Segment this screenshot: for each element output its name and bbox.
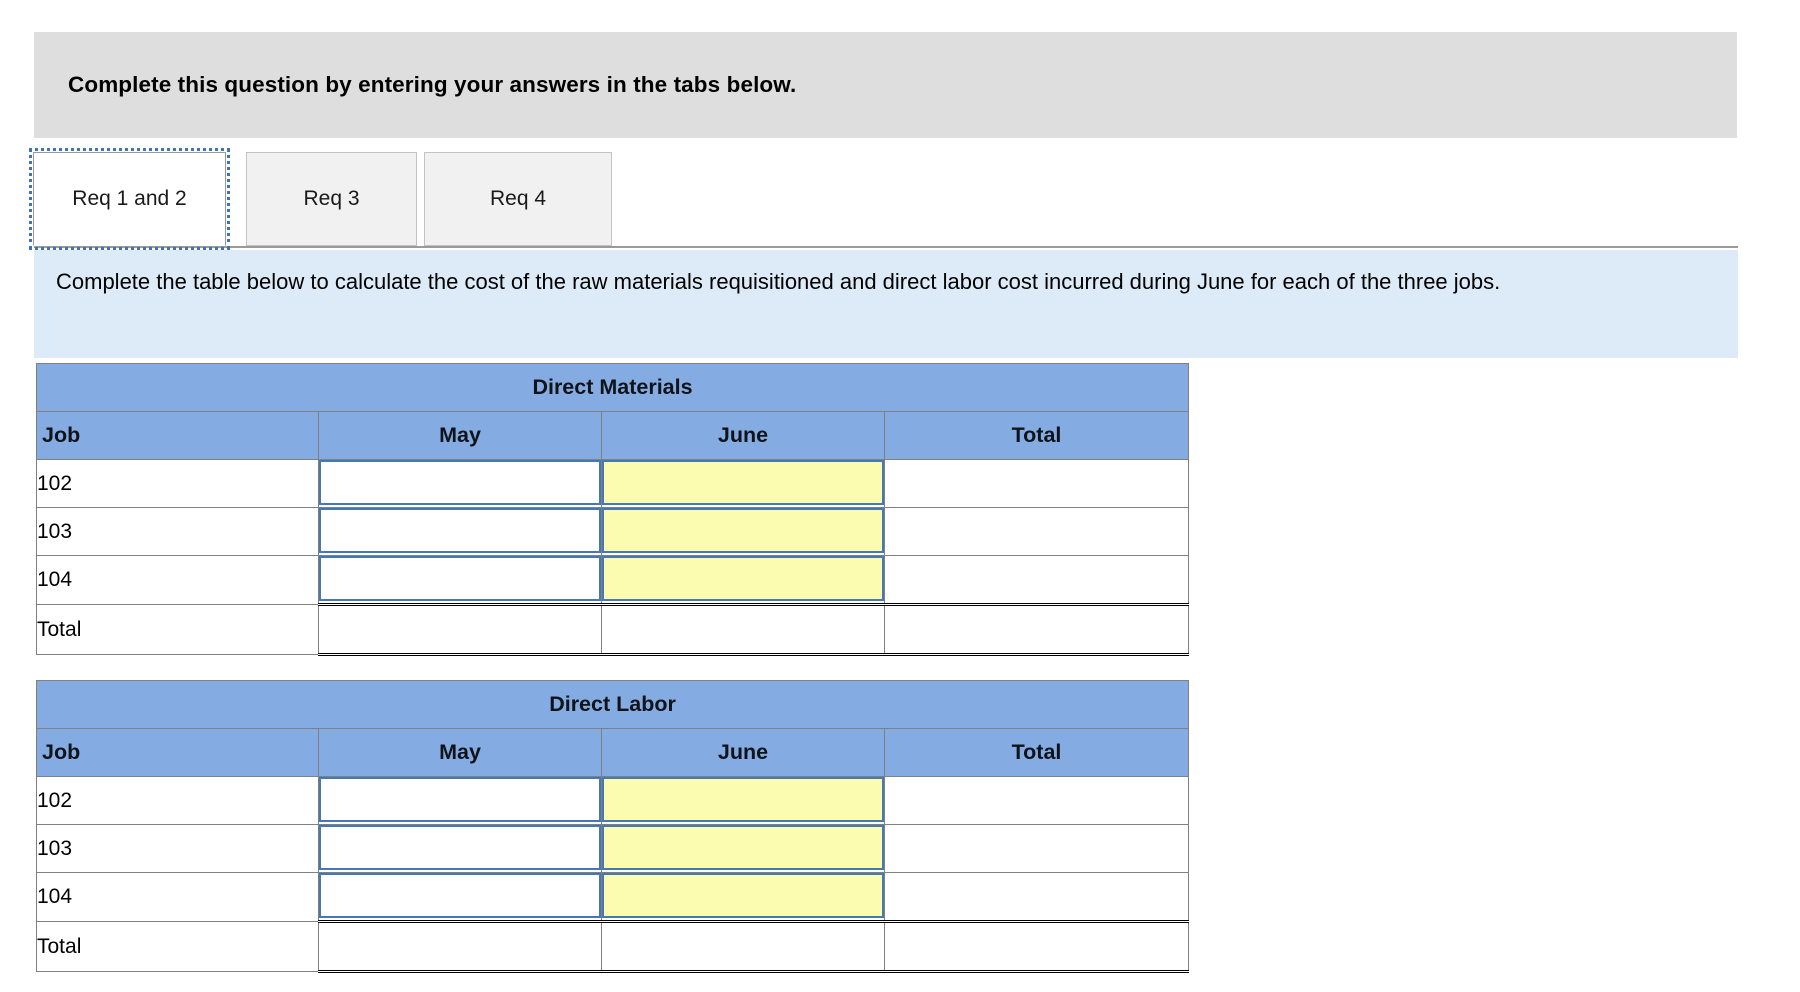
column-header-june: June	[601, 728, 885, 777]
dm-june-cell-103[interactable]	[601, 507, 885, 556]
dm-june-cell-104[interactable]	[601, 555, 885, 605]
dm-may-cell-102[interactable]	[318, 459, 602, 508]
dl-may-cell-102[interactable]	[318, 776, 602, 825]
column-header-total: Total	[883, 411, 1190, 460]
table-title-row: Direct Labor	[35, 680, 1190, 729]
table-row: 104	[36, 872, 1190, 922]
table-row: 103	[36, 507, 1190, 556]
instruction-panel: Complete the table below to calculate th…	[34, 250, 1738, 358]
dm-total-label: Total	[36, 604, 319, 655]
dm-total-103	[883, 507, 1190, 556]
tab-req-3-label: Req 3	[303, 187, 360, 210]
dl-total-may	[318, 920, 602, 973]
dm-may-cell-104[interactable]	[318, 555, 602, 605]
dl-june-input-104[interactable]	[602, 873, 884, 918]
dm-total-may	[318, 603, 602, 656]
direct-materials-title: Direct Materials	[35, 363, 1190, 412]
direct-labor-title: Direct Labor	[35, 680, 1190, 729]
question-banner-title: Complete this question by entering your …	[68, 72, 797, 97]
dl-total-102	[883, 776, 1190, 825]
tab-req-4[interactable]: Req 4	[424, 152, 612, 246]
dm-total-102	[883, 459, 1190, 508]
dm-june-input-102[interactable]	[602, 460, 884, 505]
dl-june-cell-103[interactable]	[601, 824, 885, 873]
dl-june-input-102[interactable]	[602, 777, 884, 822]
table-total-row: Total	[36, 920, 1190, 973]
table-title-row: Direct Materials	[35, 363, 1190, 412]
column-header-job: Job	[36, 728, 319, 777]
tab-req-4-label: Req 4	[489, 187, 547, 210]
dl-may-input-103[interactable]	[319, 825, 601, 870]
column-header-job: Job	[36, 411, 319, 460]
dm-total-june	[601, 603, 885, 656]
dl-total-label: Total	[36, 921, 319, 972]
job-label: 104	[36, 555, 319, 605]
job-label: 103	[36, 824, 319, 873]
dl-may-input-104[interactable]	[319, 873, 601, 918]
table-header-row: Job May June Total	[36, 411, 1190, 460]
column-header-may: May	[318, 411, 602, 460]
dm-may-cell-103[interactable]	[318, 507, 602, 556]
tab-strip-rule	[34, 246, 1738, 248]
table-row: 102	[36, 776, 1190, 825]
dl-may-cell-104[interactable]	[318, 872, 602, 922]
dl-june-input-103[interactable]	[602, 825, 884, 870]
column-header-june: June	[601, 411, 885, 460]
dm-june-cell-102[interactable]	[601, 459, 885, 508]
job-label: 103	[36, 507, 319, 556]
dl-may-input-102[interactable]	[319, 777, 601, 822]
question-banner: Complete this question by entering your …	[34, 32, 1737, 138]
dl-june-cell-102[interactable]	[601, 776, 885, 825]
dm-total-104	[883, 555, 1190, 605]
tab-strip: Req 1 and 2 Req 3 Req 4	[0, 148, 1800, 250]
table-total-row: Total	[36, 603, 1190, 656]
tab-req-3[interactable]: Req 3	[246, 152, 417, 246]
job-label: 104	[36, 872, 319, 922]
job-label: 102	[36, 459, 319, 508]
table-row: 102	[36, 459, 1190, 508]
table-row: 103	[36, 824, 1190, 873]
dl-june-cell-104[interactable]	[601, 872, 885, 922]
table-row: 104	[36, 555, 1190, 605]
dm-june-input-104[interactable]	[602, 556, 884, 601]
dl-may-cell-103[interactable]	[318, 824, 602, 873]
direct-labor-table: Direct Labor Job May June Total 102 103	[35, 680, 1190, 973]
dl-total-103	[883, 824, 1190, 873]
direct-materials-table: Direct Materials Job May June Total 102 …	[35, 363, 1190, 656]
dl-total-june	[601, 920, 885, 973]
instruction-text: Complete the table below to calculate th…	[56, 269, 1501, 294]
table-header-row: Job May June Total	[36, 728, 1190, 777]
dm-may-input-102[interactable]	[319, 460, 601, 505]
column-header-may: May	[318, 728, 602, 777]
dm-may-input-104[interactable]	[319, 556, 601, 601]
job-label: 102	[36, 776, 319, 825]
dl-total-104	[883, 872, 1190, 922]
dl-total-total	[883, 920, 1190, 973]
tab-req-1-and-2-label: Req 1 and 2	[72, 187, 187, 210]
dm-may-input-103[interactable]	[319, 508, 601, 553]
dm-total-total	[883, 603, 1190, 656]
tab-req-1-and-2[interactable]: Req 1 and 2	[29, 148, 230, 250]
dm-june-input-103[interactable]	[602, 508, 884, 553]
column-header-total: Total	[883, 728, 1190, 777]
